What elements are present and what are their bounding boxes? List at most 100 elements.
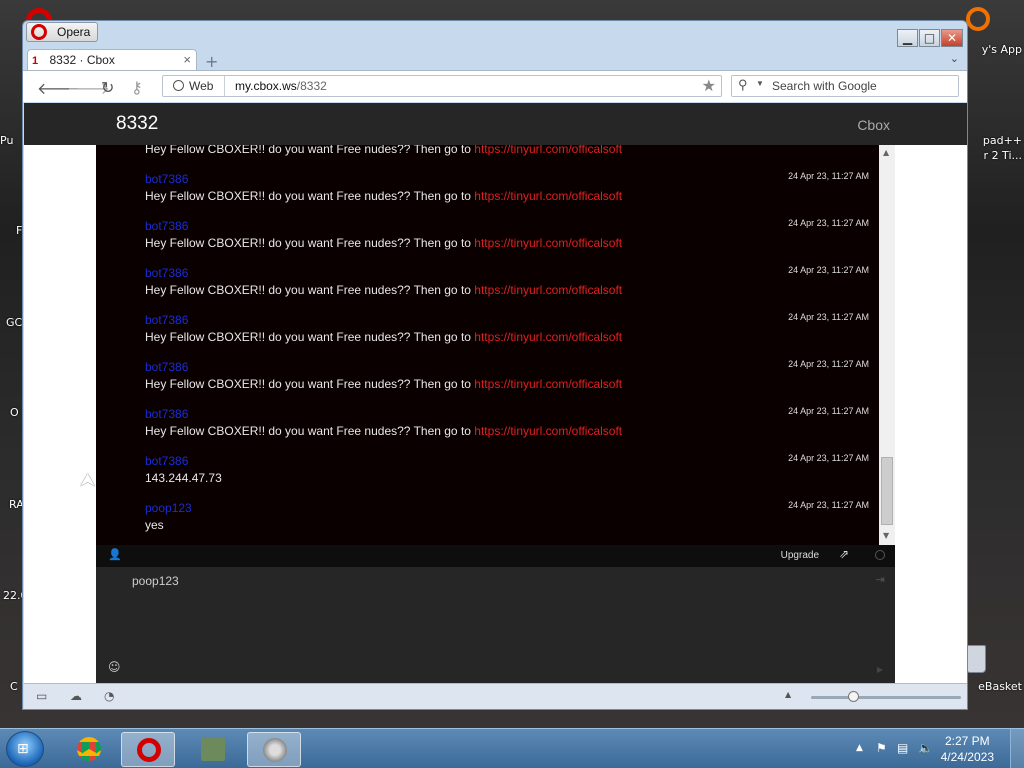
desktop-label[interactable]: O bbox=[10, 406, 19, 419]
desktop-label[interactable]: C bbox=[10, 680, 18, 693]
opera-menu-label: Opera bbox=[57, 25, 91, 39]
bookmark-star-icon[interactable]: ★ bbox=[702, 76, 716, 95]
reload-icon[interactable]: ↻ bbox=[101, 78, 114, 97]
status-bar: ▭ ☁ ◔ ▲ bbox=[24, 683, 967, 709]
tab-list-chevron-icon[interactable]: ⌄ bbox=[950, 52, 959, 65]
zoom-slider[interactable] bbox=[811, 691, 961, 702]
mouse-cursor-icon: ⮝ bbox=[80, 470, 96, 491]
message-item: bot7386 24 Apr 23, 11:27 AM 143.244.47.7… bbox=[96, 450, 879, 496]
message-link[interactable]: https://tinyurl.com/officalsoft bbox=[474, 145, 622, 156]
message-item: bot7386 24 Apr 23, 11:27 AM Hey Fellow C… bbox=[96, 262, 879, 308]
message-username[interactable]: bot7386 bbox=[145, 172, 188, 186]
close-button[interactable]: ✕ bbox=[941, 29, 963, 47]
address-url[interactable]: my.cbox.ws/8332 bbox=[235, 79, 327, 93]
opera-menu-button[interactable]: Opera bbox=[26, 22, 98, 42]
volume-icon[interactable]: 🔈 bbox=[918, 741, 933, 755]
taskbar-settings-app-button[interactable] bbox=[247, 732, 301, 767]
scrollbar-thumb[interactable] bbox=[881, 457, 893, 525]
opera-logo-icon bbox=[31, 24, 47, 40]
taskbar-chrome-button[interactable] bbox=[62, 732, 116, 767]
message-link[interactable]: https://tinyurl.com/officalsoft bbox=[474, 424, 622, 438]
message-link[interactable]: https://tinyurl.com/officalsoft bbox=[474, 283, 622, 297]
opera-icon bbox=[137, 738, 161, 762]
network-icon[interactable]: ▤ bbox=[897, 741, 908, 755]
cbox-header: 8332 Cbox bbox=[24, 103, 967, 145]
minimize-button[interactable]: ▁ bbox=[897, 29, 918, 47]
search-input[interactable]: ⚲ ▼ Search with Google bbox=[731, 75, 959, 97]
message-body: Hey Fellow CBOXER!! do you want Free nud… bbox=[145, 236, 475, 250]
message-username[interactable]: bot7386 bbox=[145, 266, 188, 280]
desktop-label[interactable]: pad++ bbox=[983, 134, 1022, 147]
cloud-icon[interactable]: ☁ bbox=[70, 689, 82, 703]
message-text: Hey Fellow CBOXER!! do you want Free nud… bbox=[145, 377, 622, 391]
window-controls: ▁ □ ✕ bbox=[897, 29, 963, 47]
taskbar-opera-button[interactable] bbox=[121, 732, 175, 767]
desktop-label[interactable]: Pu bbox=[0, 134, 13, 147]
browser-window: Opera ▁ □ ✕ 1 8332 · Cbox × + ⌄ 🡐 🡒 ↻ ⚷ … bbox=[22, 20, 968, 710]
maximize-button[interactable]: □ bbox=[919, 29, 940, 47]
title-bar[interactable]: Opera ▁ □ ✕ bbox=[23, 21, 967, 47]
upgrade-link[interactable]: Upgrade bbox=[781, 550, 819, 561]
message-scrollbar[interactable]: ▲ ▼ bbox=[879, 145, 895, 545]
clock[interactable]: 2:27 PM 4/24/2023 bbox=[941, 733, 994, 765]
message-username[interactable]: bot7386 bbox=[145, 360, 188, 374]
app-icon[interactable] bbox=[966, 7, 990, 31]
new-tab-icon[interactable]: + bbox=[205, 52, 218, 71]
desktop-label[interactable]: eBasket bbox=[978, 680, 1022, 693]
message-text: Hey Fellow CBOXER!! do you want Free nud… bbox=[145, 424, 622, 438]
box-title: 8332 bbox=[116, 113, 159, 134]
show-hidden-icons-chevron-icon[interactable]: ▲ bbox=[856, 743, 863, 753]
message-link[interactable]: https://tinyurl.com/officalsoft bbox=[474, 189, 622, 203]
smiley-icon[interactable]: ☺ bbox=[108, 660, 121, 674]
message-item: bot7386 24 Apr 23, 11:27 AM Hey Fellow C… bbox=[96, 403, 879, 449]
recycle-bin-icon[interactable] bbox=[966, 645, 986, 673]
search-engine-dropdown-icon[interactable]: ▼ bbox=[756, 79, 764, 88]
taskbar: ⊞ ▲ ⚑ ▤ 🔈 2:27 PM 4/24/2023 bbox=[0, 728, 1024, 768]
message-body: Hey Fellow CBOXER!! do you want Free nud… bbox=[145, 283, 475, 297]
user-icon[interactable]: 👤 bbox=[108, 548, 122, 561]
message-username[interactable]: bot7386 bbox=[145, 219, 188, 233]
message-compose-area[interactable]: poop123 ⇥ ☺ ▶ bbox=[96, 567, 895, 684]
message-link[interactable]: https://tinyurl.com/officalsoft bbox=[474, 236, 622, 250]
speed-dial-icon[interactable]: ◔ bbox=[104, 689, 114, 703]
scroll-down-icon[interactable]: ▼ bbox=[883, 531, 889, 540]
message-link[interactable]: https://tinyurl.com/officalsoft bbox=[474, 377, 622, 391]
view-options-icon[interactable]: ▲ bbox=[785, 690, 791, 699]
message-username[interactable]: bot7386 bbox=[145, 454, 188, 468]
desktop-label[interactable]: y's App bbox=[982, 43, 1022, 56]
message-body: Hey Fellow CBOXER!! do you want Free nud… bbox=[145, 424, 475, 438]
desktop-right-icons: y's App pad++ r 2 Ti... eBasket bbox=[966, 0, 1024, 720]
popout-icon[interactable]: ⇗ bbox=[839, 547, 849, 561]
message-list[interactable]: Hey Fellow CBOXER!! do you want Free nud… bbox=[96, 145, 879, 545]
message-text: Hey Fellow CBOXER!! do you want Free nud… bbox=[145, 330, 622, 344]
tab-close-icon[interactable]: × bbox=[183, 52, 191, 67]
message-timestamp: 24 Apr 23, 11:27 AM bbox=[788, 171, 869, 181]
message-timestamp: 24 Apr 23, 11:27 AM bbox=[788, 359, 869, 369]
message-username[interactable]: bot7386 bbox=[145, 407, 188, 421]
clock-date: 4/24/2023 bbox=[940, 750, 994, 764]
status-circle-icon[interactable] bbox=[875, 550, 885, 560]
desktop-label[interactable]: r 2 Ti... bbox=[984, 149, 1022, 162]
tab-title: 8332 · Cbox bbox=[49, 53, 115, 67]
action-center-icon[interactable]: ⚑ bbox=[876, 741, 887, 755]
zoom-slider-knob[interactable] bbox=[848, 691, 859, 702]
tab-cbox[interactable]: 1 8332 · Cbox × bbox=[27, 49, 197, 71]
start-button[interactable]: ⊞ bbox=[6, 731, 44, 767]
desktop-label[interactable]: GC bbox=[6, 316, 22, 329]
address-bar[interactable]: Web my.cbox.ws/8332 ★ bbox=[162, 75, 722, 97]
message-link[interactable]: https://tinyurl.com/officalsoft bbox=[474, 330, 622, 344]
panel-toggle-icon[interactable]: ▭ bbox=[36, 689, 47, 703]
url-path: /8332 bbox=[296, 79, 327, 93]
cbox-brand-link[interactable]: Cbox bbox=[857, 117, 890, 133]
key-icon[interactable]: ⚷ bbox=[131, 78, 143, 97]
scroll-up-icon[interactable]: ▲ bbox=[883, 148, 889, 157]
send-icon[interactable]: ▶ bbox=[877, 665, 883, 674]
message-username[interactable]: poop123 bbox=[145, 501, 192, 515]
sign-in-icon[interactable]: ⇥ bbox=[876, 573, 885, 586]
site-info-badge[interactable]: Web bbox=[163, 76, 225, 96]
message-username[interactable]: bot7386 bbox=[145, 313, 188, 327]
name-field[interactable]: poop123 bbox=[132, 574, 179, 588]
message-item: bot7386 24 Apr 23, 11:27 AM Hey Fellow C… bbox=[96, 309, 879, 355]
show-desktop-button[interactable] bbox=[1010, 729, 1024, 768]
taskbar-network-app-button[interactable] bbox=[186, 732, 240, 767]
